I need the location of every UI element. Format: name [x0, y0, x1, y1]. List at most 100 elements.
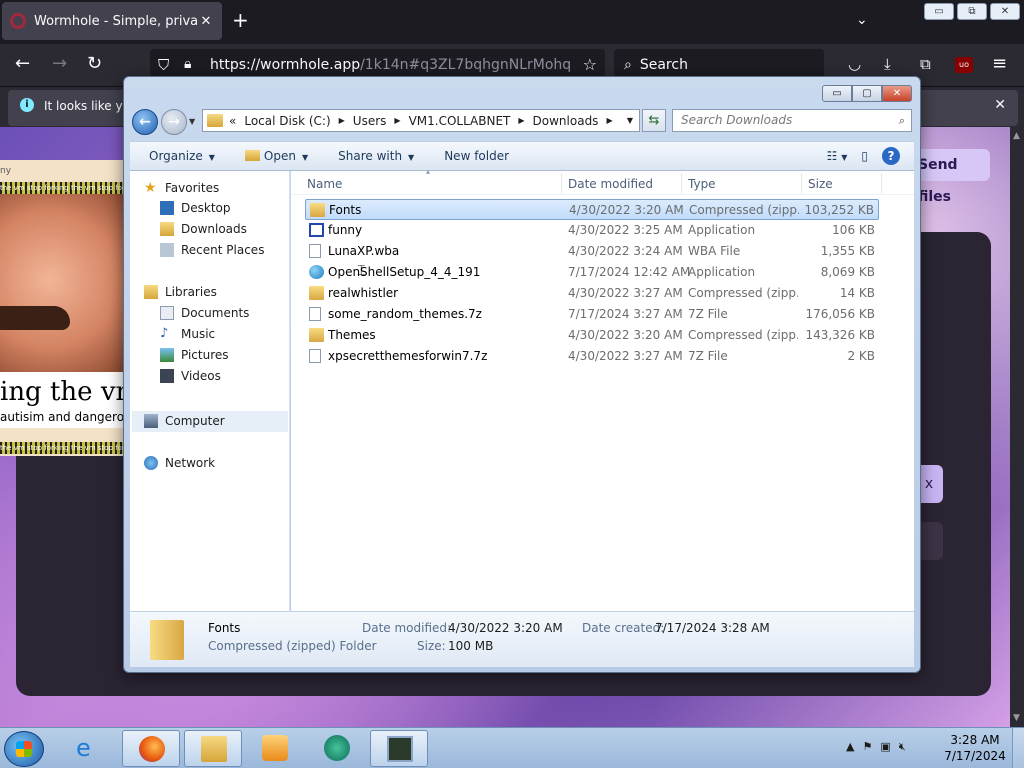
refresh-button[interactable]: ⇆ — [642, 109, 666, 132]
nav-music[interactable]: ♪ Music — [160, 326, 215, 342]
shield-icon[interactable]: ⛉ — [158, 56, 169, 74]
nav-recent-places[interactable]: Recent Places — [160, 243, 264, 257]
send-files-button[interactable]: Send files — [910, 149, 990, 205]
page-scrollbar[interactable]: ▲ ▼ — [1010, 127, 1024, 727]
address-dropdown-icon[interactable]: ▼ — [627, 116, 633, 125]
reload-icon[interactable]: ↻ — [87, 55, 102, 73]
file-row[interactable]: Themes 4/30/2022 3:20 AM Compressed (zipp.… — [305, 325, 879, 346]
explorer-maximize-button[interactable]: ▢ — [852, 85, 882, 102]
tab-list-chevron-icon[interactable]: ⌄ — [856, 12, 868, 28]
close-button[interactable]: ✕ — [990, 3, 1020, 20]
recent-pages-chevron-icon[interactable]: ▼ — [189, 117, 195, 126]
nav-documents[interactable]: Documents — [160, 306, 249, 320]
minimize-button[interactable]: ▭ — [924, 3, 954, 20]
pictures-icon — [160, 348, 174, 362]
view-options-icon[interactable]: ☷ ▼ — [827, 149, 848, 163]
file-type: Compressed (zipp... — [688, 286, 798, 300]
menu-icon[interactable]: ≡ — [992, 55, 1007, 73]
column-name[interactable]: Name — [307, 177, 342, 191]
breadcrumb-downloads[interactable]: Downloads — [533, 114, 599, 128]
file-row[interactable]: Fonts 4/30/2022 3:20 AM Compressed (zipp..… — [305, 199, 879, 220]
notification-close-icon[interactable]: ✕ — [994, 97, 1006, 113]
details-size: 100 MB — [448, 639, 494, 653]
open-button[interactable]: Open ▼ — [244, 149, 308, 163]
nav-videos[interactable]: Videos — [160, 369, 221, 383]
breadcrumb-arrow-icon[interactable]: ▶ — [339, 116, 345, 125]
column-divider[interactable] — [561, 173, 562, 193]
column-type[interactable]: Type — [688, 177, 716, 191]
show-desktop-button[interactable] — [1012, 728, 1024, 768]
explorer-back-button[interactable]: ← — [132, 109, 158, 135]
address-bar[interactable]: « Local Disk (C:) ▶ Users ▶ VM1.COLLABNE… — [202, 109, 640, 132]
preview-pane-icon[interactable]: ▯ — [861, 149, 868, 163]
help-icon[interactable]: ? — [882, 147, 900, 165]
action-center-flag-icon[interactable]: ⚑ — [862, 740, 872, 754]
breadcrumb-overflow[interactable]: « — [229, 114, 236, 128]
breadcrumb-local-disk[interactable]: Local Disk (C:) — [244, 114, 330, 128]
file-row[interactable]: some_random_themes.7z 7/17/2024 3:27 AM 7Z… — [305, 304, 879, 325]
tab-close-icon[interactable]: ✕ — [198, 14, 214, 29]
nav-pictures[interactable]: Pictures — [160, 348, 229, 362]
column-size[interactable]: Size — [808, 177, 833, 191]
new-tab-button[interactable]: + — [232, 10, 249, 30]
taskbar-media-player[interactable] — [246, 730, 304, 767]
volume-muted-icon[interactable]: 🔇︎ — [899, 740, 906, 754]
scroll-up-icon[interactable]: ▲ — [1013, 131, 1020, 141]
details-date-modified: 4/30/2022 3:20 AM — [448, 621, 563, 635]
clock[interactable]: 3:28 AM 7/17/2024 — [940, 732, 1010, 764]
column-date-modified[interactable]: Date modified — [568, 177, 653, 191]
nav-desktop[interactable]: Desktop — [160, 201, 231, 215]
column-divider[interactable] — [881, 173, 882, 193]
forward-arrow-icon[interactable]: → — [52, 55, 67, 73]
start-button[interactable] — [4, 731, 44, 767]
ublock-icon[interactable]: uo — [955, 57, 973, 73]
explorer-forward-button[interactable]: → — [161, 109, 187, 135]
app-icon — [324, 735, 350, 761]
column-divider[interactable] — [801, 173, 802, 193]
back-arrow-icon[interactable]: ← — [15, 55, 30, 73]
nav-network[interactable]: Network — [144, 456, 215, 470]
file-size: 1,355 KB — [820, 244, 875, 258]
file-row[interactable]: LunaXP.wba 4/30/2022 3:24 AM WBA File 1,355… — [305, 241, 879, 262]
taskbar-terminal[interactable] — [370, 730, 428, 767]
breadcrumb-users[interactable]: Users — [353, 114, 387, 128]
restore-button[interactable]: ⧉ — [957, 3, 987, 20]
search-icon[interactable]: ⌕ — [899, 110, 905, 131]
breadcrumb-arrow-icon[interactable]: ▶ — [606, 116, 612, 125]
url-text[interactable]: https://wormhole.app/1k14n#q3ZL7bqhgnNLr… — [210, 57, 570, 73]
share-with-button[interactable]: Share with ▼ — [338, 149, 414, 163]
explorer-search-input[interactable]: Search Downloads ⌕ — [672, 109, 912, 132]
search-placeholder: Search — [639, 57, 688, 73]
taskbar-firefox[interactable] — [122, 730, 180, 767]
nav-computer[interactable]: Computer — [144, 414, 225, 428]
file-row[interactable]: OpenShellSetup_4_4_191 7/17/2024 12:42 AM… — [305, 262, 879, 283]
nav-favorites[interactable]: ★ Favorites — [144, 180, 219, 196]
breadcrumb-user[interactable]: VM1.COLLABNET — [409, 114, 511, 128]
pocket-icon[interactable]: ◡ — [848, 55, 861, 73]
breadcrumb-arrow-icon[interactable]: ▶ — [394, 116, 400, 125]
extensions-icon[interactable]: ⧉ — [920, 55, 931, 73]
breadcrumb-arrow-icon[interactable]: ▶ — [518, 116, 524, 125]
chevron-down-icon: ▼ — [208, 153, 215, 162]
tray-chevron-up-icon[interactable]: ▲ — [846, 740, 854, 754]
scroll-down-icon[interactable]: ▼ — [1013, 713, 1020, 723]
organize-button[interactable]: Organize ▼ — [149, 149, 215, 163]
network-tray-icon[interactable]: ▣ — [880, 740, 890, 754]
downloads-icon[interactable]: ⤓ — [884, 55, 891, 73]
taskbar-app[interactable] — [308, 730, 366, 767]
file-row[interactable]: funny 4/30/2022 3:25 AM Application 106 KB — [305, 220, 879, 241]
file-row[interactable]: xpsecretthemesforwin7.7z 4/30/2022 3:27 A… — [305, 346, 879, 367]
lock-icon[interactable]: 🔒︎ — [184, 56, 191, 72]
music-icon: ♪ — [160, 326, 169, 341]
nav-downloads[interactable]: Downloads — [160, 222, 247, 236]
explorer-minimize-button[interactable]: ▭ — [822, 85, 852, 102]
taskbar-explorer[interactable] — [184, 730, 242, 767]
taskbar-ie[interactable]: e — [60, 730, 118, 767]
browser-tab[interactable]: Wormhole - Simple, private file sharing … — [2, 2, 222, 40]
file-row[interactable]: realwhistler 4/30/2022 3:27 AM Compressed … — [305, 283, 879, 304]
bookmark-star-icon[interactable]: ☆ — [583, 55, 597, 74]
explorer-close-button[interactable]: ✕ — [882, 85, 912, 102]
column-divider[interactable] — [681, 173, 682, 193]
new-folder-button[interactable]: New folder — [444, 149, 509, 163]
nav-libraries[interactable]: Libraries — [144, 285, 217, 299]
